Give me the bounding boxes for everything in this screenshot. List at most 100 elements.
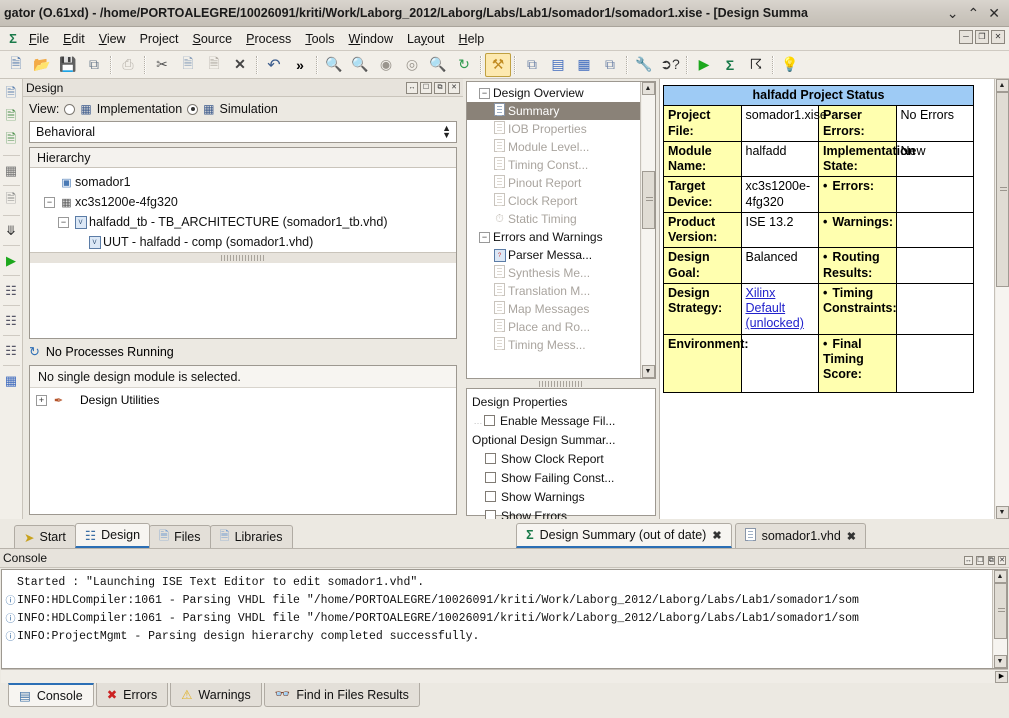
summary-node-timing-messages[interactable]: Timing Mess... xyxy=(467,336,640,354)
radio-simulation[interactable] xyxy=(187,103,199,115)
print-icon[interactable]: ⎙ xyxy=(115,53,141,77)
stop-icon[interactable]: ☷ xyxy=(1,339,22,362)
run-process-icon[interactable]: ▶ xyxy=(1,249,22,272)
bottom-tab-warnings[interactable]: ⚠ Warnings xyxy=(170,683,262,707)
checkbox-enable-message-filtering[interactable]: … Enable Message Fil... xyxy=(467,411,655,430)
more-chevrons-icon[interactable]: » xyxy=(287,53,313,77)
scroll-thumb[interactable] xyxy=(993,583,1007,639)
expand-icon[interactable]: + xyxy=(36,394,47,406)
tip-of-day-icon[interactable]: 💡 xyxy=(777,53,803,77)
mdi-restore-button[interactable]: ❐ xyxy=(975,30,989,44)
save-all-icon[interactable]: ⧉ xyxy=(81,53,107,77)
summary-node-static-timing[interactable]: ⏱ Static Timing xyxy=(467,210,640,228)
maximize-icon[interactable]: ☐ xyxy=(976,555,985,565)
restore-icon[interactable]: ⧉ xyxy=(434,81,446,94)
scroll-thumb[interactable] xyxy=(995,92,1009,287)
menu-help[interactable]: Help xyxy=(452,29,492,49)
scroll-up-icon[interactable]: ▲ xyxy=(995,79,1009,92)
tree-item-halfadd-tb[interactable]: − V halfadd_tb - TB_ARCHITECTURE (somado… xyxy=(30,212,456,232)
tab-design[interactable]: ☷ Design xyxy=(74,523,151,548)
design-strategy-link[interactable]: Xilinx Default (unlocked) xyxy=(746,286,804,331)
summary-node-clock-report[interactable]: Clock Report xyxy=(467,192,640,210)
settings-wrench-icon[interactable]: 🔧 xyxy=(631,53,657,77)
rerun-icon[interactable]: ☷ xyxy=(1,279,22,302)
hierarchy-splitter[interactable] xyxy=(30,252,456,263)
menu-tools[interactable]: Tools xyxy=(298,29,341,49)
new-source-icon[interactable]: 🗎 xyxy=(1,83,22,106)
console-output[interactable]: Started : "Launching ISE Text Editor to … xyxy=(1,569,1008,669)
copy-icon[interactable]: 🗎 xyxy=(175,53,201,77)
menu-edit[interactable]: Edit xyxy=(56,29,92,49)
summary-node-errors-and-warnings[interactable]: − Errors and Warnings xyxy=(467,228,640,246)
tile-horizontal-icon[interactable]: ▤ xyxy=(545,53,571,77)
console-horizontal-scrollbar[interactable]: ▶ xyxy=(1,669,1008,683)
summary-node-iob-properties[interactable]: IOB Properties xyxy=(467,120,640,138)
zoom-selection-icon[interactable]: ◎ xyxy=(399,53,425,77)
checkbox-box[interactable] xyxy=(485,491,496,502)
panel-icon[interactable]: ▦ xyxy=(1,369,22,392)
window-minimize-button[interactable]: ⌄ xyxy=(947,6,959,20)
summary-node-pinout-report[interactable]: Pinout Report xyxy=(467,174,640,192)
tab-files[interactable]: 🗎 Files xyxy=(149,525,211,548)
menu-process[interactable]: Process xyxy=(239,29,298,49)
view-option-simulation-label[interactable]: Simulation xyxy=(220,102,278,116)
process-item-design-utilities[interactable]: + ✒ Design Utilities xyxy=(30,390,456,410)
undo-icon[interactable]: ↶ xyxy=(261,53,287,77)
behavioral-select[interactable]: Behavioral ▲ ▼ xyxy=(29,121,457,143)
sigma-icon[interactable]: Σ xyxy=(717,53,743,77)
expand-all-icon[interactable]: ⤋ xyxy=(1,219,22,242)
close-icon[interactable]: ✕ xyxy=(448,81,460,94)
scroll-thumb[interactable] xyxy=(641,170,655,229)
paste-icon[interactable]: 🗎 xyxy=(201,53,227,77)
window-close-button[interactable]: ✕ xyxy=(988,6,1000,20)
checkbox-show-warnings[interactable]: Show Warnings xyxy=(467,487,655,506)
add-copy-source-icon[interactable]: 🗎 xyxy=(1,129,22,152)
cascade-windows-icon[interactable]: ⧉ xyxy=(519,53,545,77)
new-file-icon[interactable]: 🗎 xyxy=(3,53,29,77)
menu-window[interactable]: Window xyxy=(342,29,400,49)
save-icon[interactable]: 💾 xyxy=(55,53,81,77)
summary-node-parser-messages[interactable]: ? Parser Messa... xyxy=(467,246,640,264)
bottom-tab-find-in-files[interactable]: 👓 Find in Files Results xyxy=(263,683,420,707)
scroll-down-icon[interactable]: ▼ xyxy=(993,655,1007,668)
tab-start[interactable]: ➤ Start xyxy=(14,525,76,548)
rerun-all-icon[interactable]: ☷ xyxy=(1,309,22,332)
arrange-icon[interactable]: ⧉ xyxy=(597,53,623,77)
tab-design-summary[interactable]: Σ Design Summary (out of date) ✖ xyxy=(516,523,732,548)
radio-implementation[interactable] xyxy=(64,103,76,115)
design-goals-icon[interactable]: ⚒ xyxy=(485,52,511,77)
zoom-fit-icon[interactable]: ◉ xyxy=(373,53,399,77)
explore-icon[interactable]: ☈ xyxy=(743,53,769,77)
close-icon[interactable]: ✖ xyxy=(847,530,856,543)
design-summary-scrollbar[interactable]: ▲ ▼ xyxy=(994,79,1009,519)
collapse-icon[interactable]: − xyxy=(58,216,69,228)
collapse-icon[interactable]: − xyxy=(479,231,490,243)
maximize-icon[interactable]: ☐ xyxy=(420,81,432,94)
manual-compile-icon[interactable]: ▦ xyxy=(1,159,22,182)
summary-node-synthesis-messages[interactable]: Synthesis Me... xyxy=(467,264,640,282)
cut-icon[interactable]: ✂ xyxy=(149,53,175,77)
scroll-up-icon[interactable]: ▲ xyxy=(641,82,655,95)
run-icon[interactable]: ▶ xyxy=(691,53,717,77)
view-text-icon[interactable]: 🗎 xyxy=(1,189,22,212)
tree-item-device[interactable]: − ▦ xc3s1200e-4fg320 xyxy=(30,192,456,212)
add-source-icon[interactable]: 🗎 xyxy=(1,106,22,129)
window-maximize-button[interactable]: ⌃ xyxy=(968,6,980,20)
scroll-up-icon[interactable]: ▲ xyxy=(993,570,1007,583)
tree-item-uut[interactable]: V UUT - halfadd - comp (somador1.vhd) xyxy=(30,232,456,252)
scroll-track[interactable] xyxy=(993,583,1007,655)
tree-item-somador1[interactable]: ▣ somador1 xyxy=(30,172,456,192)
checkbox-show-clock-report[interactable]: Show Clock Report xyxy=(467,449,655,468)
scroll-down-icon[interactable]: ▼ xyxy=(641,365,655,378)
tab-somador1-vhd[interactable]: somador1.vhd ✖ xyxy=(734,523,866,548)
zoom-area-icon[interactable]: 🔍 xyxy=(425,53,451,77)
float-icon[interactable]: ↔ xyxy=(963,555,973,565)
bottom-tab-errors[interactable]: ✖ Errors xyxy=(95,683,169,707)
float-icon[interactable]: ↔ xyxy=(406,81,418,94)
context-help-icon[interactable]: ➲? xyxy=(657,53,683,77)
refresh-icon[interactable]: ↻ xyxy=(451,53,477,77)
menu-file[interactable]: File xyxy=(22,29,56,49)
collapse-icon[interactable]: − xyxy=(44,196,55,208)
mdi-close-button[interactable]: ✕ xyxy=(991,30,1005,44)
checkbox-box[interactable] xyxy=(485,472,496,483)
